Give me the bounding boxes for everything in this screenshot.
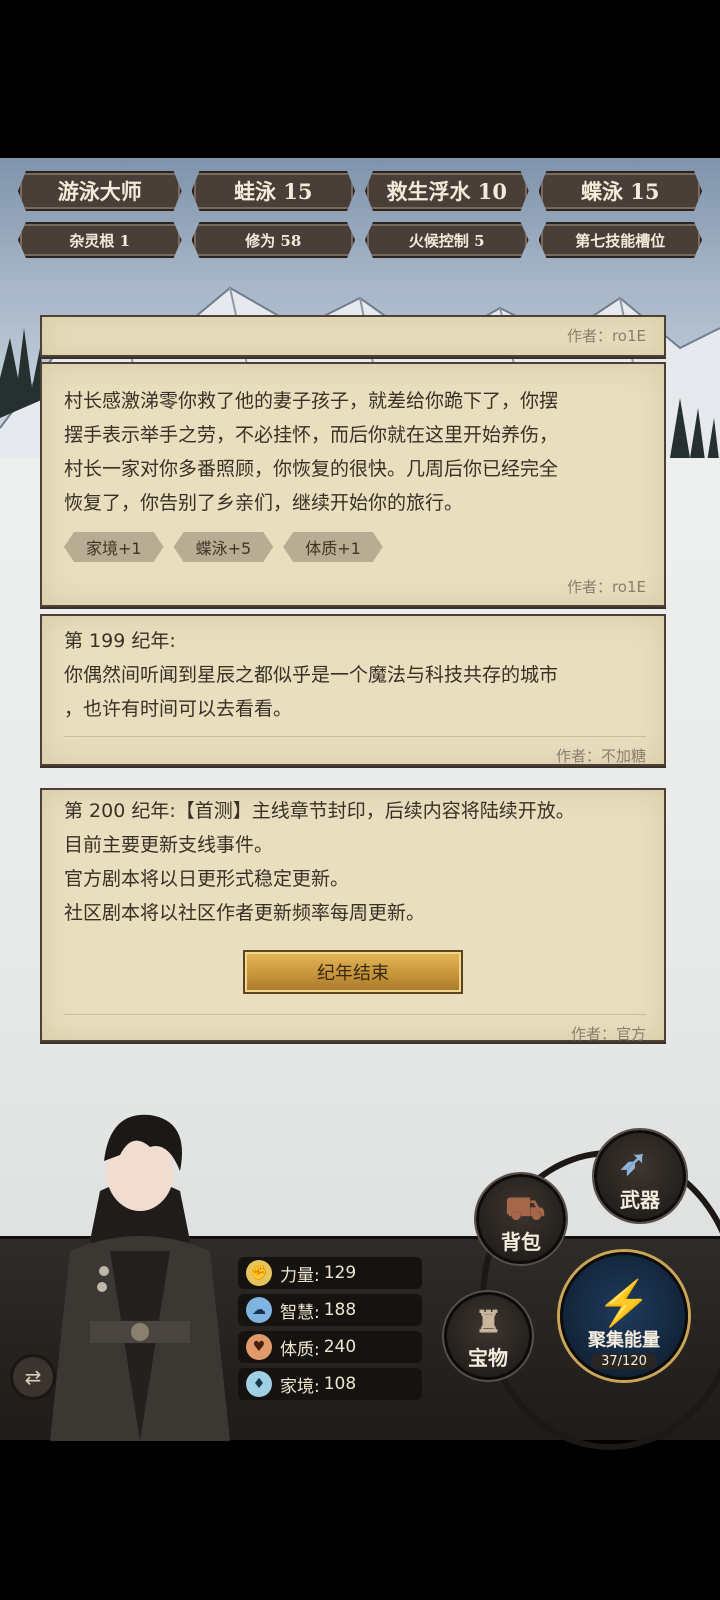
diamond-icon: ♦ — [246, 1371, 272, 1397]
end-era-button[interactable]: 纪年结束 — [243, 950, 463, 994]
card-author: 作者：ro1E — [566, 327, 646, 345]
character-portrait[interactable] — [40, 1100, 240, 1442]
stat-value: 108 — [323, 1374, 357, 1394]
stat-constitution: ♥ 体质: 240 — [238, 1331, 422, 1363]
gather-energy-button[interactable]: ⚡ 聚集能量 37/120 — [560, 1252, 688, 1380]
skill-badge[interactable]: 救生浮水 10 — [365, 171, 529, 211]
event-text: 第 199 纪年: 你偶然间听闻到星辰之都似乎是一个魔法与科技共存的城市 ，也许… — [64, 630, 559, 720]
skill-badge[interactable]: 修为 58 — [192, 222, 356, 258]
stat-value: 129 — [323, 1263, 357, 1283]
energy-counter: 37/120 — [591, 1354, 657, 1369]
reward-tag: 体质+1 — [283, 532, 383, 562]
weapon-button[interactable]: ➶ 武器 — [594, 1130, 686, 1222]
event-text: 村长感激涕零你救了他的妻子孩子，就差给你跪下了，你摆 摆手表示举手之劳，不必挂怀… — [64, 390, 559, 514]
lightning-icon: ⚡ — [596, 1278, 652, 1329]
event-card: 作者：ro1E — [40, 315, 666, 357]
skill-badge[interactable]: 游泳大师 — [18, 171, 182, 211]
skill-badge[interactable]: 蛙泳 15 — [192, 171, 356, 211]
treasure-icon: ♜ — [475, 1305, 502, 1340]
fist-icon: ✊ — [246, 1260, 272, 1286]
event-card: 第 200 纪年:【首测】主线章节封印，后续内容将陆续开放。 目前主要更新支线事… — [40, 788, 666, 1043]
stat-value: 240 — [323, 1337, 357, 1357]
reward-tag: 家境+1 — [64, 532, 164, 562]
treasure-button[interactable]: ♜ 宝物 — [444, 1292, 532, 1380]
stat-wisdom: ☁ 智慧: 188 — [238, 1294, 422, 1326]
stat-strength: ✊ 力量: 129 — [238, 1257, 422, 1289]
skill-badges-row-2: 杂灵根 1 修为 58 火候控制 5 第七技能槽位 — [18, 222, 702, 258]
swap-icon[interactable]: ⇄ — [10, 1354, 56, 1400]
card-author: 作者：官方 — [570, 1025, 646, 1043]
bag-button[interactable]: ⛟ 背包 — [476, 1174, 566, 1264]
bag-icon: ⛟ — [505, 1189, 546, 1227]
card-author: 作者：ro1E — [566, 578, 646, 596]
card-author: 作者：不加糖 — [555, 747, 646, 765]
stat-value: 188 — [323, 1300, 357, 1320]
skill-badge[interactable]: 杂灵根 1 — [18, 222, 182, 258]
brain-icon: ☁ — [246, 1297, 272, 1323]
skill-badge[interactable]: 蝶泳 15 — [539, 171, 703, 211]
skill-badge[interactable]: 第七技能槽位 — [539, 222, 703, 258]
event-card: 第 199 纪年: 你偶然间听闻到星辰之都似乎是一个魔法与科技共存的城市 ，也许… — [40, 614, 666, 766]
reward-tags: 家境+1 蝶泳+5 体质+1 — [42, 520, 664, 562]
event-card: 村长感激涕零你救了他的妻子孩子，就差给你跪下了，你摆 摆手表示举手之劳，不必挂怀… — [40, 362, 666, 607]
reward-tag: 蝶泳+5 — [174, 532, 274, 562]
muscle-icon: ♥ — [246, 1334, 272, 1360]
skill-badges-row-1: 游泳大师 蛙泳 15 救生浮水 10 蝶泳 15 — [18, 171, 702, 211]
stat-family: ♦ 家境: 108 — [238, 1368, 422, 1400]
event-text: 第 200 纪年:【首测】主线章节封印，后续内容将陆续开放。 目前主要更新支线事… — [64, 800, 575, 924]
weapon-icon: ➶ — [619, 1143, 648, 1183]
skill-badge[interactable]: 火候控制 5 — [365, 222, 529, 258]
